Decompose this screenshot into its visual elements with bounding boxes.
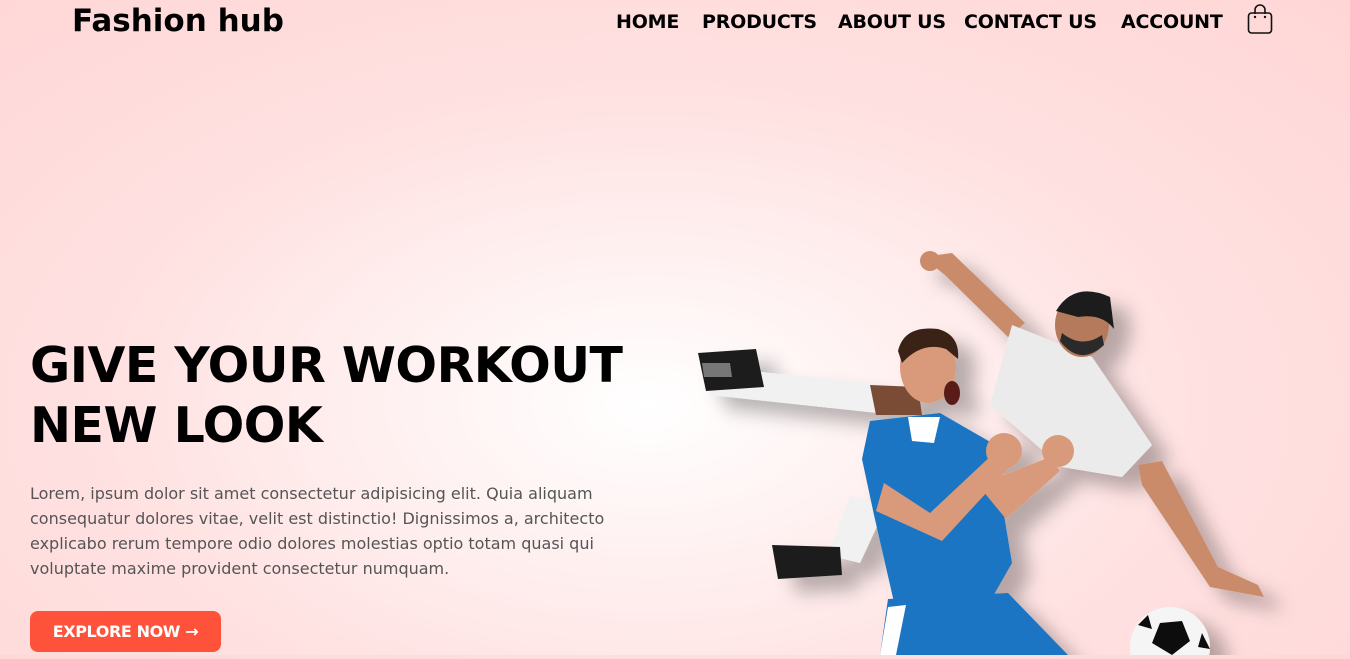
soccer-ball <box>1130 607 1210 659</box>
navbar: Fashion hub HOME PRODUCTS ABOUT US CONTA… <box>0 0 1350 44</box>
nav-menu: HOME PRODUCTS ABOUT US CONTACT US ACCOUN… <box>0 10 1350 34</box>
nav-products-link[interactable]: PRODUCTS <box>702 10 817 34</box>
nav-account-link[interactable]: ACCOUNT <box>1121 10 1223 34</box>
nav-contact-link[interactable]: CONTACT US <box>964 10 1097 34</box>
nav-about-link[interactable]: ABOUT US <box>838 10 946 34</box>
hero-title-line2: NEW LOOK <box>30 397 323 454</box>
hero-image <box>690 245 1310 659</box>
explore-now-button[interactable]: EXPLORE NOW → <box>30 611 221 652</box>
shopping-bag-icon[interactable] <box>1246 3 1274 35</box>
hero-description: Lorem, ipsum dolor sit amet consectetur … <box>30 484 605 578</box>
hero-title-line1: GIVE YOUR WORKOUT <box>30 337 623 394</box>
nav-home-link[interactable]: HOME <box>616 10 679 34</box>
hero-title: GIVE YOUR WORKOUT NEW LOOK <box>30 336 670 456</box>
